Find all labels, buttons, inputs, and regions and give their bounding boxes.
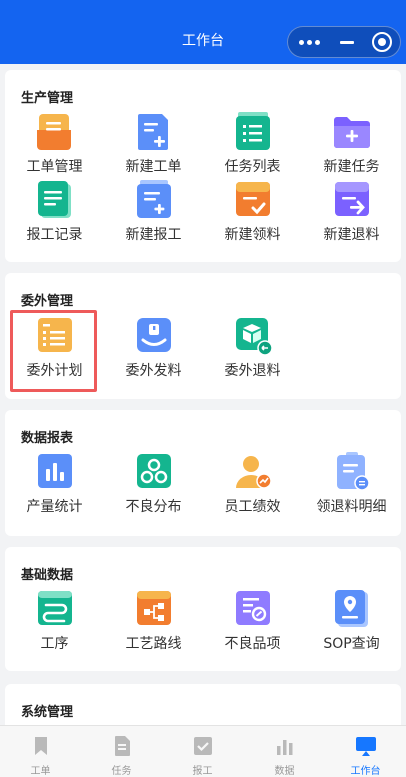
tab-tasks[interactable]: 任务 — [81, 726, 162, 777]
tab-data[interactable]: 数据 — [244, 726, 325, 777]
grid-item-work-order[interactable]: 工单管理 — [5, 112, 104, 175]
grid-item-defect-distribution[interactable]: 不良分布 — [104, 452, 203, 515]
grid-item-defect-item[interactable]: 不良品项 — [203, 589, 302, 652]
more-options-icon[interactable] — [292, 27, 328, 57]
bookmark-icon — [35, 737, 47, 755]
grid-item-label: 新建退料 — [323, 227, 380, 243]
nav-header: 工作台 — [0, 0, 406, 64]
grid-item-route[interactable]: 工艺路线 — [104, 589, 203, 652]
grid-item-output-stats[interactable]: 产量统计 — [5, 452, 104, 515]
report-record-icon — [38, 181, 71, 218]
new-report-icon — [137, 180, 171, 218]
new-work-order-icon — [138, 114, 168, 150]
grid-item-task-list[interactable]: 任务列表 — [203, 112, 302, 175]
tab-workbench[interactable]: 工作台 — [325, 726, 406, 777]
section-title: 系统管理 — [21, 705, 74, 720]
section-production: 生产管理 工单管理 新建工单 任务列表 新建任务 报工记录 新建报工 新建领料 … — [5, 70, 401, 262]
grid-item-outsource-plan[interactable]: 委外计划 — [5, 310, 104, 392]
tab-reporting[interactable]: 报工 — [162, 726, 243, 777]
mini-program-capsule — [287, 26, 401, 58]
section-title: 数据报表 — [21, 431, 74, 446]
document-icon — [115, 736, 130, 756]
monitor-icon — [356, 737, 376, 756]
grid-item-label: 不良分布 — [125, 499, 182, 515]
grid-item-label: 新建任务 — [323, 159, 380, 175]
grid-item-label: 领退料明细 — [316, 499, 387, 515]
bar-chart-icon — [38, 454, 72, 488]
grid-item-employee-performance[interactable]: 员工绩效 — [203, 452, 302, 515]
defect-item-icon — [236, 591, 270, 625]
material-detail-icon — [337, 452, 370, 491]
process-icon — [38, 591, 72, 625]
outsource-issue-icon — [137, 318, 171, 352]
defect-distribution-icon — [137, 454, 171, 488]
tab-label: 报工 — [192, 766, 213, 777]
grid-item-label: 新建领料 — [224, 227, 281, 243]
section-master-data: 基础数据 工序 工艺路线 不良品项 SOP查询 — [5, 547, 401, 671]
tab-label: 数据 — [274, 766, 295, 777]
section-reports: 数据报表 产量统计 不良分布 员工绩效 领退料明细 — [5, 410, 401, 536]
grid-item-label: 新建工单 — [125, 159, 182, 175]
grid-item-label: 委外计划 — [26, 363, 83, 379]
grid-item-new-task[interactable]: 新建任务 — [302, 112, 401, 175]
new-material-pick-icon — [236, 182, 270, 216]
grid-item-label: 委外发料 — [125, 363, 182, 379]
work-order-icon — [37, 114, 71, 150]
grid-item-label: 不良品项 — [224, 636, 281, 652]
route-icon — [137, 591, 171, 625]
bottom-tab-bar: 工单 任务 报工 数据 工作台 — [0, 725, 406, 777]
employee-performance-icon — [236, 456, 272, 489]
grid-item-new-return[interactable]: 新建退料 — [302, 180, 401, 243]
task-list-icon — [236, 112, 270, 150]
section-title: 委外管理 — [21, 294, 74, 309]
grid-item-report-record[interactable]: 报工记录 — [5, 180, 104, 243]
grid-item-label: SOP查询 — [323, 636, 380, 652]
tab-label: 工作台 — [350, 766, 381, 777]
tab-work-orders[interactable]: 工单 — [0, 726, 81, 777]
grid-item-outsource-issue[interactable]: 委外发料 — [104, 316, 203, 379]
close-target-icon[interactable] — [364, 27, 400, 57]
grid-item-sop-query[interactable]: SOP查询 — [302, 589, 401, 652]
grid-item-label: 委外退料 — [224, 363, 281, 379]
grid-item-label: 工单管理 — [26, 159, 83, 175]
grid-item-new-pick[interactable]: 新建领料 — [203, 180, 302, 243]
outsource-return-icon — [236, 318, 273, 356]
bar-chart-icon — [277, 740, 293, 755]
grid-item-label: 任务列表 — [224, 159, 281, 175]
grid-item-new-report[interactable]: 新建报工 — [104, 180, 203, 243]
grid-item-label: 工序 — [40, 636, 69, 652]
grid-item-label: 员工绩效 — [224, 499, 281, 515]
grid-item-label: 工艺路线 — [125, 636, 182, 652]
minimize-icon[interactable] — [328, 27, 364, 57]
grid-item-label: 产量统计 — [26, 499, 83, 515]
grid-item-outsource-return[interactable]: 委外退料 — [203, 316, 302, 379]
new-task-folder-icon — [334, 117, 370, 148]
tab-label: 任务 — [111, 766, 132, 777]
grid-item-label: 新建报工 — [125, 227, 182, 243]
tab-label: 工单 — [30, 766, 51, 777]
grid-item-label: 报工记录 — [26, 227, 83, 243]
grid-item-new-work-order[interactable]: 新建工单 — [104, 112, 203, 175]
outsource-plan-icon — [38, 318, 72, 352]
section-title: 生产管理 — [21, 91, 74, 106]
sop-query-icon — [335, 590, 368, 627]
grid-item-process[interactable]: 工序 — [5, 589, 104, 652]
grid-item-material-detail[interactable]: 领退料明细 — [302, 452, 401, 515]
new-material-return-icon — [335, 182, 369, 216]
section-outsourcing: 委外管理 委外计划 委外发料 委外退料 — [5, 273, 401, 399]
section-title: 基础数据 — [21, 568, 74, 583]
checkbox-icon — [194, 737, 212, 755]
